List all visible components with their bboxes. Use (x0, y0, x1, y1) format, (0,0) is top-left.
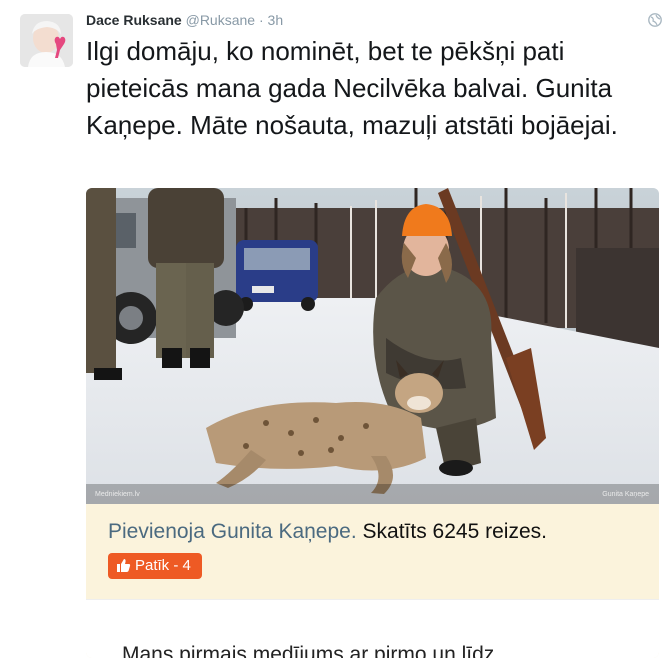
like-button[interactable]: Patīk - 4 (108, 553, 202, 579)
author-avatar[interactable] (20, 14, 73, 67)
post-meta: Pievienoja Gunita Kaņepe. Skatīts 6245 r… (108, 518, 547, 546)
tweet-text: Ilgi domāju, ko nominēt, bet te pēkšņi p… (86, 36, 618, 140)
post-body: Mans pirmais medījums ar pirmo un līdz (86, 599, 659, 658)
photo-watermark-site: Medniekiem.lv (95, 491, 140, 498)
view-count: Skatīts 6245 reizes. (362, 520, 547, 543)
header-separator: · (258, 12, 264, 28)
tweet-header: Dace Ruksane @Ruksane · 3h (86, 10, 283, 30)
author-handle[interactable]: @Ruksane (186, 12, 255, 28)
post-text: Mans pirmais medījums ar pirmo un līdz (122, 643, 495, 658)
author-name[interactable]: Dace Ruksane (86, 12, 182, 28)
avatar-photo (20, 14, 73, 67)
hunting-photo (86, 188, 659, 504)
thumbs-up-icon (117, 559, 131, 572)
tweet-timestamp[interactable]: 3h (268, 12, 284, 28)
post-card: Pievienoja Gunita Kaņepe. Skatīts 6245 r… (86, 504, 659, 658)
photo-watermark-author: Gunita Kaņepe (602, 491, 649, 498)
like-label: Patīk - 4 (135, 557, 191, 574)
tweet-media[interactable]: Medniekiem.lv Gunita Kaņepe Pievienoja G… (86, 188, 659, 658)
globe-icon (648, 13, 662, 27)
added-by-link[interactable]: Pievienoja Gunita Kaņepe. (108, 520, 357, 543)
